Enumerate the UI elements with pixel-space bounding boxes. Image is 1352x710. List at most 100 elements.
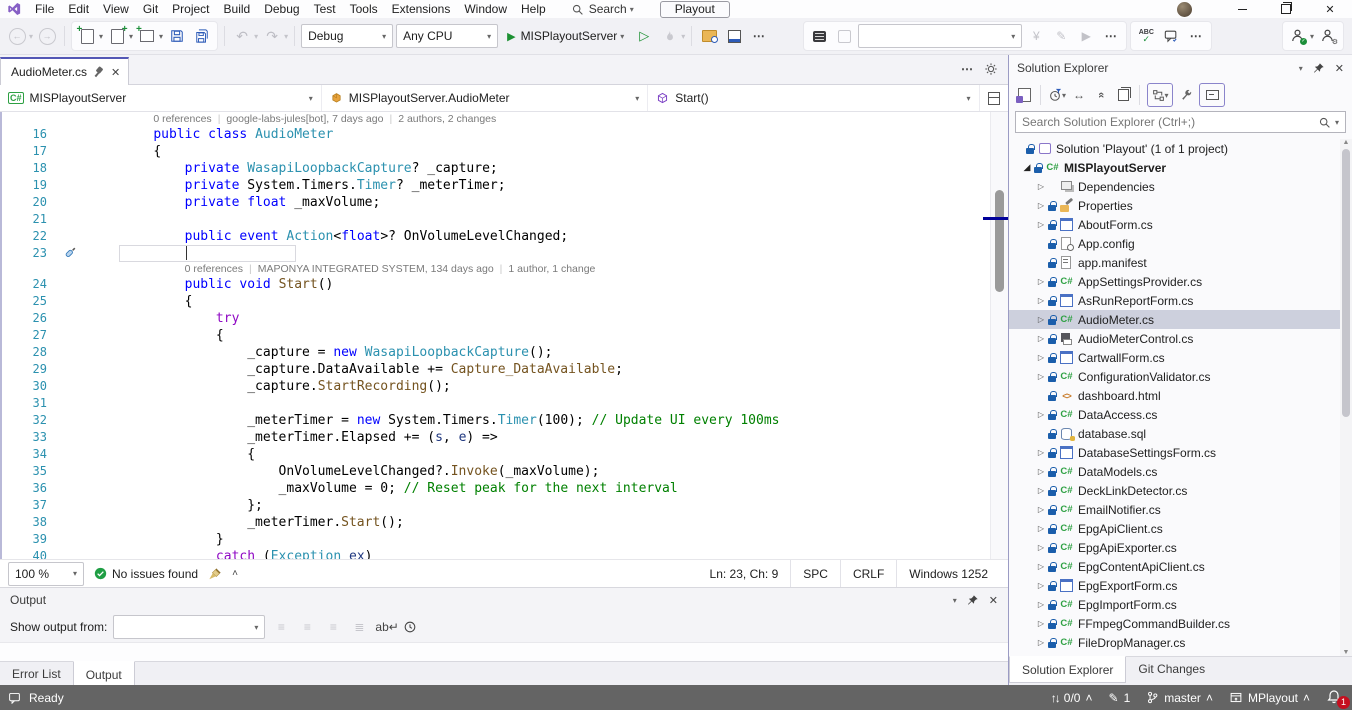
toolbar-overflow-button[interactable]: ⋯ <box>748 25 770 47</box>
menu-test[interactable]: Test <box>307 0 343 18</box>
show-output-from-select[interactable]: ▾ <box>113 615 265 639</box>
code-line-16[interactable]: 16 public class AudioMeter <box>2 126 1008 143</box>
chevron-down-icon[interactable]: ▾ <box>29 32 33 41</box>
tree-item-epgcontentapiclient-cs[interactable]: ▷C#EpgContentApiClient.cs <box>1009 557 1352 576</box>
tree-vertical-scrollbar[interactable]: ▲ ▼ <box>1340 139 1352 656</box>
menu-view[interactable]: View <box>96 0 136 18</box>
breadcrumb-member[interactable]: Start() ▾ <box>648 85 979 111</box>
current-branch-button[interactable]: master ˄ <box>1146 691 1213 705</box>
find-message-next-icon[interactable]: ≡ <box>297 620 317 634</box>
chevron-down-icon[interactable]: ▾ <box>284 32 288 41</box>
expander-collapsed-icon[interactable]: ▷ <box>1035 296 1047 305</box>
package-button[interactable] <box>723 25 745 47</box>
code-line-30[interactable]: 30 _capture.StartRecording(); <box>2 378 1008 395</box>
new-project-button[interactable]: + <box>76 25 98 47</box>
add-existing-item-button[interactable]: + <box>136 25 158 47</box>
codelens-indicator[interactable]: 0 references|MAPONYA INTEGRATED SYSTEM, … <box>2 262 1008 276</box>
code-line-20[interactable]: 20 private float _maxVolume; <box>2 194 1008 211</box>
code-line-36[interactable]: 36 _maxVolume = 0; // Reset peak for the… <box>2 480 1008 497</box>
tree-item-audiometercontrol-cs[interactable]: ▷AudioMeterControl.cs <box>1009 329 1352 348</box>
panel-tab-solution-explorer[interactable]: Solution Explorer <box>1009 656 1126 683</box>
window-position-chevron-icon[interactable]: ▾ <box>953 596 957 605</box>
tree-item-emailnotifier-cs[interactable]: ▷C#EmailNotifier.cs <box>1009 500 1352 519</box>
add-new-item-button[interactable]: + <box>106 25 128 47</box>
breadcrumb-type[interactable]: MISPlayoutServer.AudioMeter ▾ <box>322 85 649 111</box>
code-line-34[interactable]: 34 { <box>2 446 1008 463</box>
code-line-31[interactable]: 31 <box>2 395 1008 412</box>
menu-tools[interactable]: Tools <box>343 0 385 18</box>
panel-tab-git-changes[interactable]: Git Changes <box>1126 657 1217 681</box>
tree-item-dashboard-html[interactable]: <>dashboard.html <box>1009 386 1352 405</box>
panel-tab-output[interactable]: Output <box>73 661 135 688</box>
scrollbar-thumb[interactable] <box>1342 149 1350 417</box>
collapse-all-button[interactable]: « <box>1092 85 1110 105</box>
line-ending[interactable]: CRLF <box>840 560 896 587</box>
spell-checker-button[interactable]: ABC✓ <box>1135 25 1157 47</box>
menu-file[interactable]: File <box>28 0 61 18</box>
breadcrumb-project[interactable]: C# MISPlayoutServer ▾ <box>0 85 322 111</box>
code-line-27[interactable]: 27 { <box>2 327 1008 344</box>
tab-audiometer[interactable]: AudioMeter.cs ✕ <box>0 57 129 85</box>
code-line-33[interactable]: 33 _meterTimer.Elapsed += (s, e) => <box>2 429 1008 446</box>
navigate-forward-button[interactable]: → <box>36 25 58 47</box>
code-line-40[interactable]: 40 catch (Exception ex) <box>2 548 1008 559</box>
toolbar-combobox[interactable]: ▾ <box>858 24 1022 48</box>
search-solution-explorer-input[interactable]: Search Solution Explorer (Ctrl+;) ▾ <box>1015 111 1346 133</box>
code-line-28[interactable]: 28 _capture = new WasapiLoopbackCapture(… <box>2 344 1008 361</box>
tree-item-decklinkdetector-cs[interactable]: ▷C#DeckLinkDetector.cs <box>1009 481 1352 500</box>
tree-item-databasesettingsform-cs[interactable]: ▷DatabaseSettingsForm.cs <box>1009 443 1352 462</box>
code-line-29[interactable]: 29 _capture.DataAvailable += Capture_Dat… <box>2 361 1008 378</box>
expander-collapsed-icon[interactable]: ▷ <box>1035 448 1047 457</box>
switch-between-views-button[interactable]: ↔ <box>1070 85 1088 105</box>
chevron-down-icon[interactable]: ▾ <box>159 32 163 41</box>
expander-collapsed-icon[interactable]: ▷ <box>1035 543 1047 552</box>
expander-collapsed-icon[interactable]: ▷ <box>1035 524 1047 533</box>
close-panel-icon[interactable]: ✕ <box>989 594 998 607</box>
scroll-down-icon[interactable]: ▼ <box>1340 649 1352 656</box>
expander-collapsed-icon[interactable]: ▷ <box>1035 486 1047 495</box>
code-line-23[interactable]: 23 <box>2 245 1008 262</box>
minimize-button[interactable] <box>1220 0 1264 18</box>
menu-edit[interactable]: Edit <box>61 0 96 18</box>
pin-icon[interactable] <box>967 594 979 606</box>
edit-button[interactable]: ✎ <box>1050 25 1072 47</box>
tree-item-epgexportform-cs[interactable]: ▷EpgExportForm.cs <box>1009 576 1352 595</box>
expander-collapsed-icon[interactable]: ▷ <box>1035 410 1047 419</box>
search-control[interactable]: Search ▾ <box>571 2 634 16</box>
code-cleanup-broom-icon[interactable] <box>208 567 222 581</box>
file-encoding[interactable]: Windows 1252 <box>896 560 1000 587</box>
chevron-down-icon[interactable]: ▾ <box>129 32 133 41</box>
code-line-35[interactable]: 35 OnVolumeLevelChanged?.Invoke(_maxVolu… <box>2 463 1008 480</box>
properties-button[interactable] <box>1177 85 1195 105</box>
attach-button[interactable] <box>833 25 855 47</box>
expander-expanded-icon[interactable]: ◢ <box>1021 162 1033 173</box>
find-in-files-button[interactable] <box>698 25 720 47</box>
code-line-24[interactable]: 24 public void Start() <box>2 276 1008 293</box>
code-line-17[interactable]: 17 { <box>2 143 1008 160</box>
tree-item-epgimportform-cs[interactable]: ▷C#EpgImportForm.cs <box>1009 595 1352 614</box>
expander-collapsed-icon[interactable]: ▷ <box>1035 334 1047 343</box>
word-wrap-icon[interactable]: ab↵ <box>375 620 395 634</box>
tree-item-aboutform-cs[interactable]: ▷AboutForm.cs <box>1009 215 1352 234</box>
tree-item-configurationvalidator-cs[interactable]: ▷C#ConfigurationValidator.cs <box>1009 367 1352 386</box>
chevron-down-icon[interactable]: ▾ <box>1335 118 1339 127</box>
group-overflow-button[interactable]: ⋯ <box>1100 25 1122 47</box>
expander-collapsed-icon[interactable]: ▷ <box>1035 505 1047 514</box>
code-line-22[interactable]: 22 public event Action<float>? OnVolumeL… <box>2 228 1008 245</box>
tree-item-filedropmanager-cs[interactable]: ▷C#FileDropManager.cs <box>1009 633 1352 652</box>
scrollbar-thumb[interactable] <box>995 190 1004 292</box>
run-gray-button[interactable]: ▶ <box>1075 25 1097 47</box>
code-line-38[interactable]: 38 _meterTimer.Start(); <box>2 514 1008 531</box>
tree-item-epgapiexporter-cs[interactable]: ▷C#EpgApiExporter.cs <box>1009 538 1352 557</box>
code-line-19[interactable]: 19 private System.Timers.Timer? _meterTi… <box>2 177 1008 194</box>
find-message-prev-icon[interactable]: ≡ <box>271 620 291 634</box>
sync-commits-button[interactable]: ↑↓ 0/0 ˄ <box>1051 691 1093 705</box>
codelens-indicator[interactable]: 0 references|google-labs-jules[bot], 7 d… <box>2 112 1008 126</box>
menu-window[interactable]: Window <box>457 0 514 18</box>
menu-git[interactable]: Git <box>136 0 165 18</box>
code-review-button[interactable] <box>1160 25 1182 47</box>
profiler-button[interactable]: ¥ <box>1025 25 1047 47</box>
chevron-down-icon[interactable]: ▾ <box>681 32 685 41</box>
tree-item-appsettingsprovider-cs[interactable]: ▷C#AppSettingsProvider.cs <box>1009 272 1352 291</box>
timestamp-clock-icon[interactable] <box>403 620 417 634</box>
